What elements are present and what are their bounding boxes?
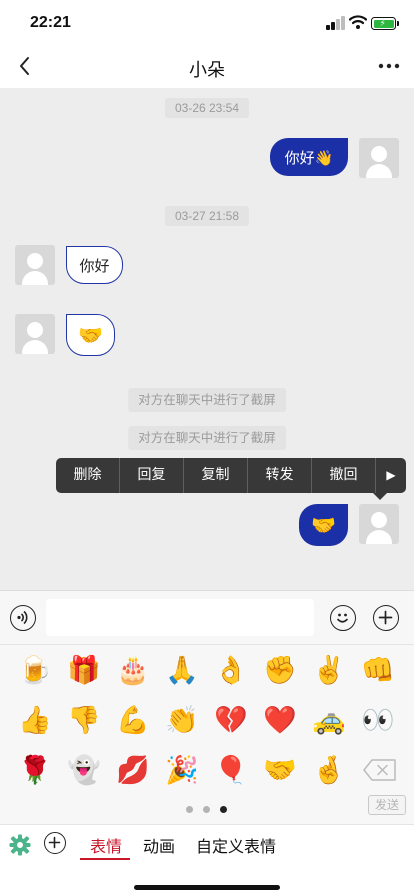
my-avatar[interactable] [359,504,399,544]
page-dot[interactable] [186,806,193,813]
emoji-item[interactable]: 🎁 [64,650,104,690]
emoji-item[interactable]: 🎈 [211,750,251,790]
more-menu-arrow[interactable]: ▶ [376,458,406,493]
emoji-item[interactable]: 🤞 [309,750,349,790]
plus-icon [48,836,61,849]
message-text: 你好👋 [284,148,334,167]
sticker-tab-bar: 表情 动画 自定义表情 [0,824,414,896]
incoming-message[interactable]: 你好 [66,246,123,284]
emoji-item[interactable]: 👌 [211,650,251,690]
emoji-item[interactable]: 🎉 [162,750,202,790]
emoji-item[interactable]: 💔 [211,700,251,740]
system-message: 对方在聊天中进行了截屏 [128,388,286,412]
emoji-panel: 🍺 🎁 🎂 🙏 👌 ✊ ✌️ 👊 👍 👎 💪 👏 💔 ❤️ 🚕 👀 🌹 👻 💋 🎉 🎈 🤝 🤞 发送 [0,644,414,824]
contact-avatar[interactable] [15,245,55,285]
backspace-icon [363,759,396,781]
emoji-button[interactable] [330,605,356,631]
emoji-item[interactable]: 🍺 [15,650,55,690]
wifi-icon [349,15,367,29]
home-indicator [134,885,280,890]
voice-button[interactable] [10,605,36,631]
emoji-item[interactable]: 💋 [113,750,153,790]
smiley-icon [337,613,348,623]
emoji-item[interactable]: 👻 [64,750,104,790]
timestamp: 03-26 23:54 [164,98,250,118]
battery-icon: ⚡ [371,17,399,30]
incoming-emoji-message[interactable]: 🤝 [66,314,115,356]
my-avatar[interactable] [359,138,399,178]
signal-icon [326,16,346,30]
more-icon[interactable] [378,54,400,78]
timestamp: 03-27 21:58 [164,206,250,226]
tab-emoji[interactable]: 表情 [90,833,122,857]
emoji-item[interactable]: 🚕 [309,700,349,740]
emoji-item[interactable]: 👊 [358,650,398,690]
input-bar [0,590,414,644]
outgoing-message[interactable]: 你好👋 [270,138,348,176]
emoji-item[interactable]: 🌹 [15,750,55,790]
settings-gear-icon[interactable] [8,833,32,857]
delete-menu-item[interactable]: 删除 [56,458,120,493]
emoji-item[interactable]: 💪 [113,700,153,740]
plus-icon [378,610,393,625]
message-input[interactable] [46,599,314,636]
page-dot[interactable] [203,806,210,813]
chat-area[interactable]: 03-26 23:54 你好👋 03-27 21:58 你好 🤝 对方在聊天中进… [0,88,414,590]
status-bar: 22:21 ⚡ [0,0,414,46]
copy-menu-item[interactable]: 复制 [184,458,248,493]
reply-menu-item[interactable]: 回复 [120,458,184,493]
emoji-item[interactable]: 👏 [162,700,202,740]
emoji-item[interactable]: ✌️ [309,650,349,690]
nav-bar: 小朵 [0,46,414,88]
outgoing-emoji-message[interactable]: 🤝 [299,504,348,546]
menu-pointer [373,493,387,500]
status-time: 22:21 [30,14,71,31]
system-message: 对方在聊天中进行了截屏 [128,426,286,450]
page-title: 小朵 [189,60,225,81]
emoji-item[interactable]: 👀 [358,700,398,740]
message-text: 你好 [79,256,110,275]
tab-custom-stickers[interactable]: 自定义表情 [196,833,276,857]
contact-avatar[interactable] [15,314,55,354]
page-dot-active[interactable] [220,806,227,813]
backspace-button[interactable] [360,750,400,790]
emoji-item[interactable]: 👎 [64,700,104,740]
emoji-item[interactable]: 👍 [15,700,55,740]
send-button[interactable]: 发送 [368,795,406,815]
add-sticker-button[interactable] [44,832,66,854]
voice-icon [17,610,28,625]
forward-menu-item[interactable]: 转发 [248,458,312,493]
emoji-item[interactable]: ✊ [260,650,300,690]
handshake-emoji: 🤝 [311,513,336,537]
recall-menu-item[interactable]: 撤回 [312,458,376,493]
emoji-item[interactable]: 🎂 [113,650,153,690]
emoji-item[interactable]: ❤️ [260,700,300,740]
tab-animation[interactable]: 动画 [143,833,175,857]
add-button[interactable] [373,605,399,631]
emoji-item[interactable]: 🤝 [260,750,300,790]
message-context-menu: 删除 回复 复制 转发 撤回 ▶ [56,458,406,500]
emoji-item[interactable]: 🙏 [162,650,202,690]
active-tab-indicator [80,858,130,860]
handshake-emoji: 🤝 [78,323,103,347]
